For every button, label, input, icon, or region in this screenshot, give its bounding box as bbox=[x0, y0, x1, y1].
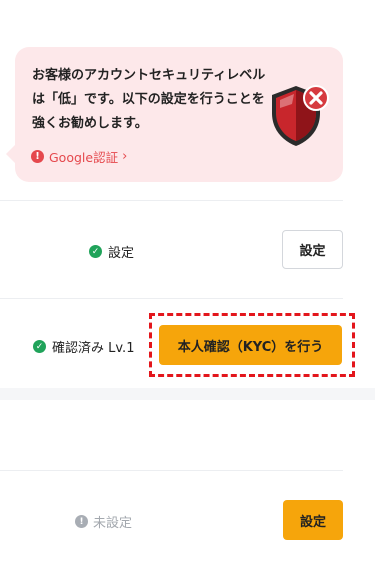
other-setting-status-label: 未設定 bbox=[93, 516, 133, 531]
row-divider bbox=[0, 200, 343, 201]
google-auth-status: ✓ 設定 bbox=[89, 242, 134, 261]
other-setting-status: ! 未設定 bbox=[75, 512, 132, 531]
identity-status: ✓ 確認済み Lv.1 bbox=[33, 337, 134, 356]
google-auth-status-label: 設定 bbox=[108, 246, 135, 261]
warning-icon: ! bbox=[31, 150, 44, 163]
chevron-right-icon: › bbox=[122, 149, 128, 164]
security-settings-page: お客様のアカウントセキュリティレベルは「低」です。以下の設定を行うことを強くお勧… bbox=[0, 0, 375, 577]
other-setting-set-button[interactable]: 設定 bbox=[283, 500, 343, 540]
identity-status-label: 確認済み Lv.1 bbox=[52, 341, 135, 356]
google-auth-link[interactable]: ! Google認証 › bbox=[31, 147, 127, 166]
info-circle-icon: ! bbox=[75, 515, 88, 528]
row-divider bbox=[0, 470, 343, 471]
shield-warning-icon bbox=[272, 85, 329, 146]
check-circle-icon: ✓ bbox=[33, 340, 46, 353]
google-auth-link-label: Google認証 bbox=[49, 150, 119, 165]
check-circle-icon: ✓ bbox=[89, 245, 102, 258]
kyc-verify-button[interactable]: 本人確認（KYC）を行う bbox=[159, 325, 342, 365]
security-level-alert: お客様のアカウントセキュリティレベルは「低」です。以下の設定を行うことを強くお勧… bbox=[6, 47, 343, 182]
alert-message: お客様のアカウントセキュリティレベルは「低」です。以下の設定を行うことを強くお勧… bbox=[32, 68, 266, 131]
row-divider bbox=[0, 298, 343, 299]
google-auth-set-button[interactable]: 設定 bbox=[282, 230, 343, 269]
section-gap bbox=[0, 388, 375, 400]
